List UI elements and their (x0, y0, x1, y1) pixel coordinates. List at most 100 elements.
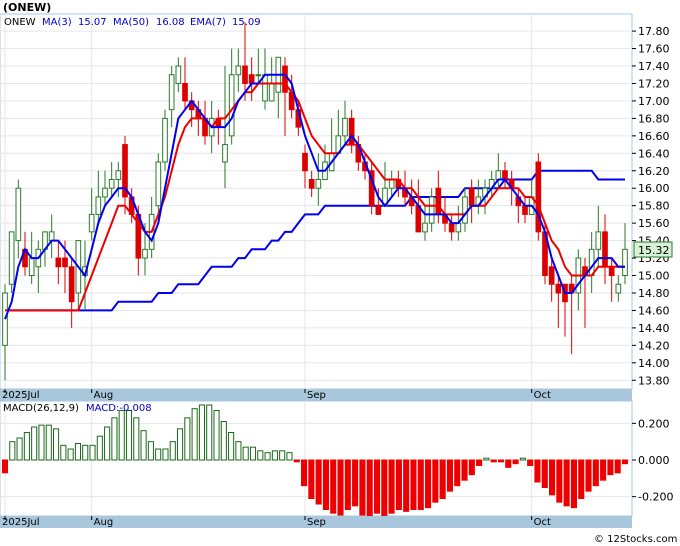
candle-body (222, 144, 228, 163)
macd-bar (432, 459, 439, 503)
macd-bar (563, 459, 570, 507)
watermark: © 12Stocks.com (594, 534, 677, 545)
candle-body (8, 231, 15, 285)
stock-chart: (ONEW) 17.80 17.60 17.40 17.20 17.00 16.80 16.… (0, 0, 680, 546)
macd-bar (264, 452, 271, 461)
legend-ma50: MA(50) (113, 17, 149, 28)
candle-body (342, 117, 348, 137)
candle (8, 231, 15, 293)
legend-ticker: ONEW (4, 17, 36, 28)
macd-bar (621, 459, 629, 465)
macd-bar (169, 441, 176, 461)
macd-bar (1, 459, 9, 474)
macd-bar (541, 459, 548, 488)
candle-body (175, 65, 182, 84)
date-label: 2025Jul (2, 390, 40, 401)
macd-bar (206, 404, 213, 461)
candle-body (555, 283, 562, 294)
candle-body (102, 187, 108, 198)
macd-bar (249, 446, 257, 461)
price-tick-label: 17.40 (638, 60, 670, 73)
candle-body (595, 231, 602, 250)
macd-bar (410, 459, 417, 510)
ticker-title: (ONEW) (3, 1, 51, 14)
macd-bar (235, 441, 242, 461)
candle-body (262, 74, 268, 102)
candle-body (62, 257, 68, 268)
macd-bar (614, 459, 621, 474)
price-tick-label: 15.60 (638, 217, 670, 230)
price-tag: 15.32 (638, 244, 670, 257)
candle-body (468, 187, 475, 207)
price-tick-label: 16.80 (638, 112, 670, 125)
macd-bar (140, 430, 147, 461)
macd-value-label: MACD:-0.008 (86, 403, 152, 414)
candle-body (415, 205, 422, 233)
candle-body (315, 178, 322, 189)
candle-body (435, 187, 442, 215)
date-label: Sep (307, 517, 326, 528)
price-tick-label: 14.40 (638, 322, 670, 335)
macd-bar (16, 437, 23, 461)
macd-bar (286, 452, 293, 461)
macd-bar (607, 459, 614, 476)
candle-body (255, 74, 262, 77)
macd-bar (177, 428, 184, 461)
candle-body (588, 248, 595, 277)
macd-bar (242, 446, 249, 461)
candle-body (608, 266, 615, 277)
macd-label: MACD(26,12,9) (3, 403, 79, 414)
legend-ema7: EMA(7) (190, 17, 226, 28)
price-tick-label: 17.00 (638, 95, 670, 108)
macd-bar (155, 448, 162, 461)
date-label: Oct (534, 390, 551, 401)
price-tick-label: 15.00 (638, 270, 670, 283)
candle-body (248, 74, 255, 84)
macd-bar (293, 459, 300, 463)
price-tick-label: 16.40 (638, 147, 670, 160)
candle-body (615, 283, 622, 294)
macd-bar (359, 459, 366, 516)
macd-bar (45, 424, 52, 461)
macd-bar (198, 404, 205, 461)
price-legend: ONEW MA(3) 15.07 MA(50) 16.08 EMA(7) 15.… (4, 17, 261, 28)
date-label: Oct (534, 517, 551, 528)
macd-bar (527, 459, 534, 466)
macd-bar (315, 459, 322, 505)
macd-bar (352, 459, 359, 507)
macd-bar (476, 459, 483, 466)
macd-bar (344, 459, 351, 510)
candle-body (548, 266, 555, 285)
price-tick-label: 17.80 (638, 25, 670, 38)
candle-body (95, 196, 102, 215)
candle-body (348, 117, 355, 146)
candle-body (88, 213, 95, 233)
candle-body (455, 222, 462, 233)
candle-body (15, 187, 22, 242)
candle-body (242, 65, 248, 84)
macd-bar (82, 444, 89, 461)
candle-body (268, 82, 275, 102)
macd-bar (104, 426, 111, 461)
candle-body (448, 222, 455, 233)
candle-body (55, 257, 62, 268)
candle-body (235, 65, 242, 76)
price-tick-label: 16.20 (638, 165, 670, 178)
macd-bar (330, 459, 337, 514)
macd-bar (388, 459, 395, 514)
candle (535, 153, 542, 241)
macd-bar (271, 450, 278, 461)
macd-bar (600, 459, 607, 481)
macd-bar (549, 459, 556, 496)
macd-bar (439, 459, 446, 499)
candle-body (168, 74, 175, 111)
macd-bar (403, 459, 410, 512)
macd-bar (468, 459, 475, 476)
macd-bar (322, 459, 329, 510)
macd-bar (125, 410, 133, 461)
macd-bar (483, 457, 490, 461)
candle-body (155, 161, 162, 207)
macd-bar (147, 441, 154, 461)
date-label: 2025Jul (2, 517, 40, 528)
macd-bar (60, 444, 67, 461)
